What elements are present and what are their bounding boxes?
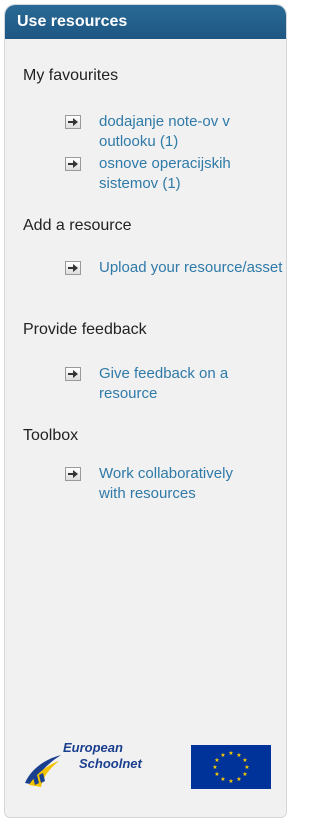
section-title-my-favourites: My favourites (23, 67, 119, 84)
svg-text:★: ★ (214, 757, 219, 764)
panel-title: Use resources (5, 5, 286, 39)
svg-text:★: ★ (212, 764, 217, 771)
section-title-toolbox: Toolbox (23, 427, 79, 444)
right-arrow-icon (65, 467, 81, 481)
give-feedback-link-text[interactable]: Give feedback on a resource (99, 364, 286, 404)
logo-text-schoolnet: Schoolnet (79, 756, 142, 771)
right-arrow-icon (65, 261, 81, 275)
svg-text:★: ★ (228, 778, 233, 785)
work-collaboratively-link-text[interactable]: Work collaboratively with resources (99, 464, 249, 504)
section-title-add-resource: Add a resource (23, 217, 132, 234)
svg-text:★: ★ (220, 752, 225, 759)
logo-text-european: European (63, 740, 123, 755)
favourite-link-text-1[interactable]: dodajanje note-ov v outlooku (1) (99, 112, 286, 152)
svg-text:★: ★ (242, 757, 247, 764)
use-resources-panel: Use resources My favourites dodajanje no… (4, 4, 287, 818)
section-title-provide-feedback: Provide feedback (23, 321, 147, 338)
favourite-link-text-2[interactable]: osnove operacijskih sistemov (1) (99, 154, 286, 194)
right-arrow-icon (65, 157, 81, 171)
svg-text:★: ★ (214, 771, 219, 778)
svg-text:★: ★ (244, 764, 249, 771)
svg-text:★: ★ (220, 776, 225, 783)
svg-text:★: ★ (236, 776, 241, 783)
schoolnet-swoosh-icon (25, 755, 61, 787)
upload-resource-link-text[interactable]: Upload your resource/asset (99, 258, 286, 278)
eu-flag-logo: ★ ★ ★ ★ ★ ★ ★ ★ ★ ★ ★ ★ (191, 745, 271, 789)
footer-logos: European Schoolnet ★ ★ ★ ★ ★ ★ ★ ★ ★ ★ ★… (5, 735, 286, 795)
svg-text:★: ★ (242, 771, 247, 778)
right-arrow-icon (65, 115, 81, 129)
svg-text:★: ★ (236, 752, 241, 759)
european-schoolnet-logo[interactable]: European Schoolnet (23, 735, 163, 793)
svg-text:★: ★ (228, 750, 233, 757)
right-arrow-icon (65, 367, 81, 381)
